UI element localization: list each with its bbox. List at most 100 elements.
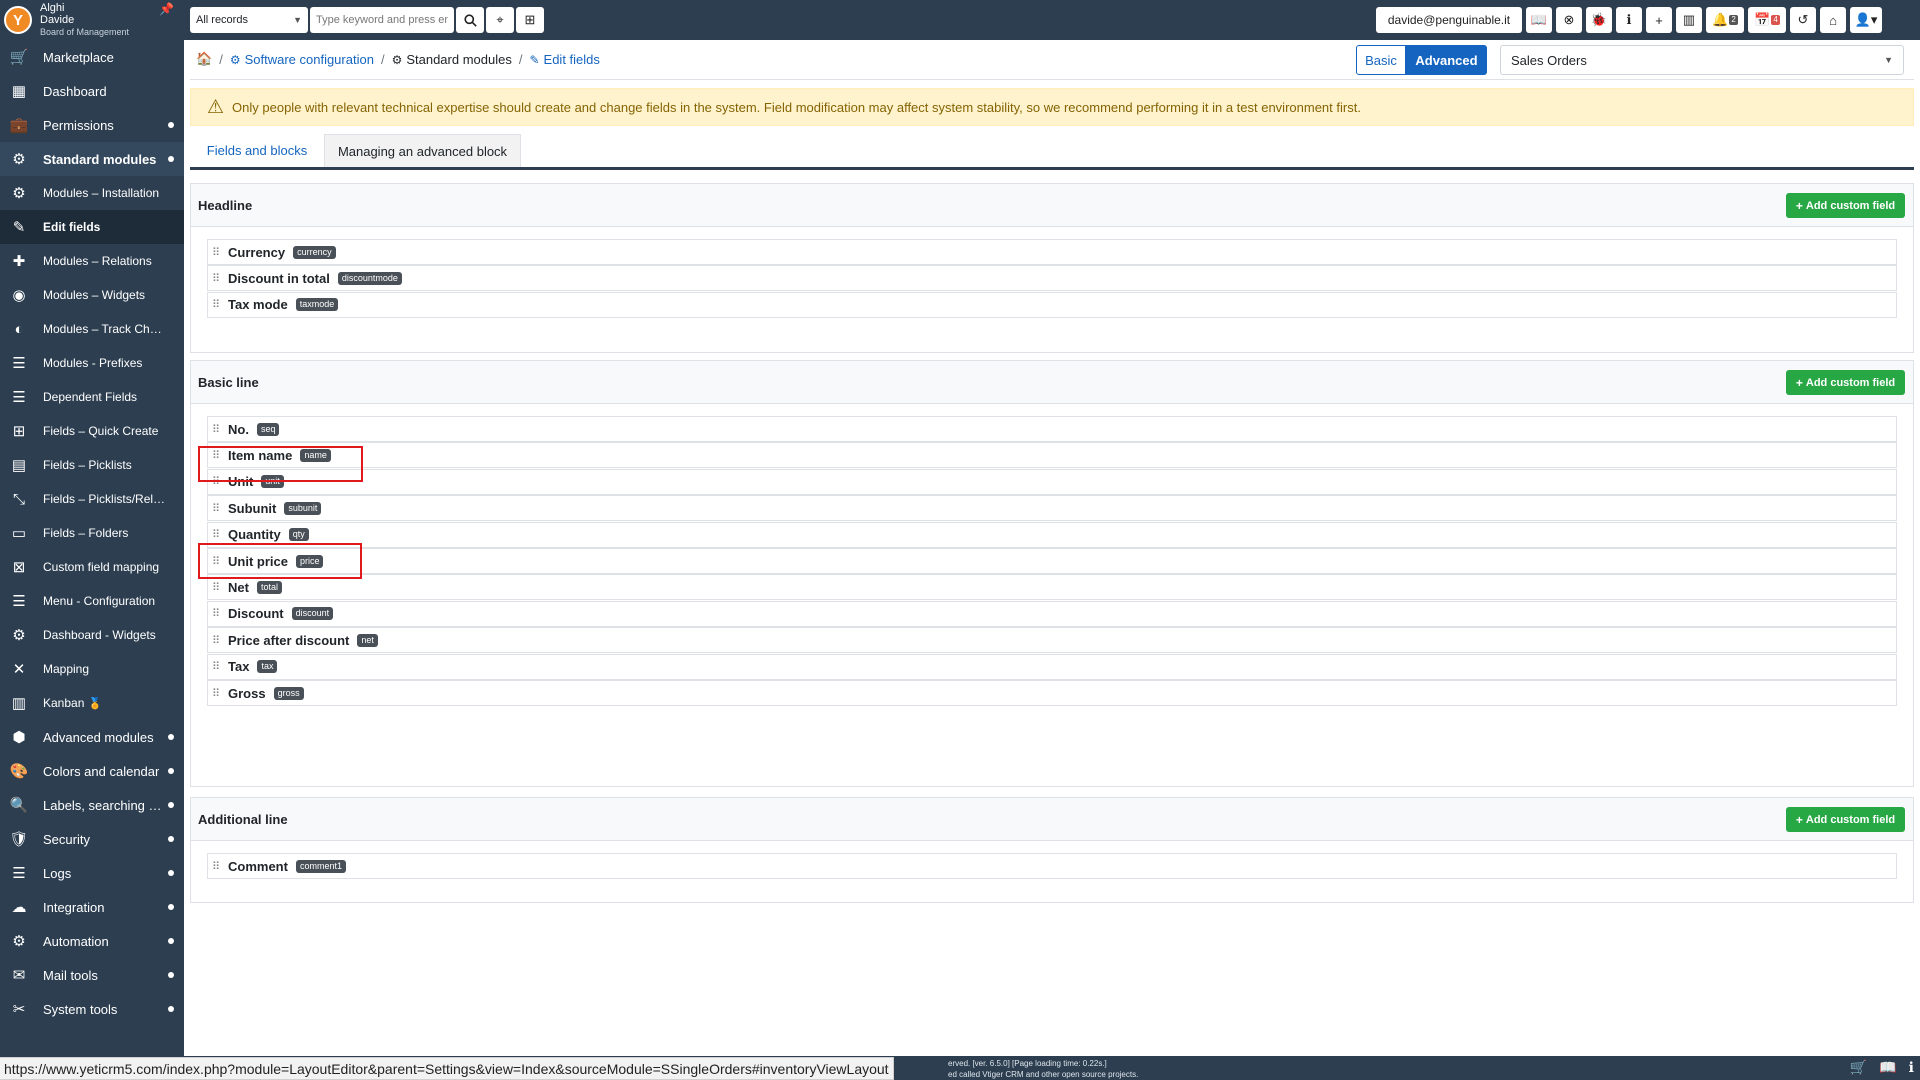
sidebar-item-label: Security [43, 831, 90, 847]
sidebar-item-dashboard[interactable]: ▦ Dashboard [0, 74, 184, 108]
sidebar-item-label: Kanban [43, 696, 85, 710]
drag-handle-icon[interactable]: ⠿ [212, 687, 220, 700]
search-icon[interactable] [456, 7, 484, 33]
home-icon[interactable]: ⌂ [1820, 7, 1846, 33]
sidebar-item-dependent-fields[interactable]: ☰ Dependent Fields [0, 380, 184, 414]
drag-handle-icon[interactable]: ⠿ [212, 502, 220, 515]
expand-dot-icon [168, 870, 174, 876]
add-custom-field-button[interactable]: + Add custom field [1786, 193, 1905, 218]
sidebar-item-standard-modules[interactable]: ⚙ Standard modules [0, 142, 184, 176]
sidebar-item-kanban[interactable]: ▥ Kanban 🏅 [0, 686, 184, 720]
advanced-search-icon[interactable]: ⊞ [516, 7, 544, 33]
drag-handle-icon[interactable]: ⠿ [212, 860, 220, 873]
sidebar-item-logs[interactable]: ☰ Logs [0, 856, 184, 890]
sidebar-item-labels-searching-and[interactable]: 🔍 Labels, searching and... [0, 788, 184, 822]
advanced-mode-button[interactable]: Advanced [1406, 45, 1487, 75]
sidebar-item-label: Labels, searching and... [43, 797, 168, 813]
field-row[interactable]: ⠿ Price after discount net [207, 627, 1897, 654]
drag-handle-icon[interactable]: ⠿ [212, 475, 220, 488]
field-row[interactable]: ⠿ Item name name [207, 442, 1897, 469]
drag-handle-icon[interactable]: ⠿ [212, 528, 220, 541]
global-search-input[interactable] [310, 7, 454, 33]
history-icon[interactable]: ↺ [1790, 7, 1816, 33]
sidebar-item-permissions[interactable]: 💼 Permissions [0, 108, 184, 142]
sidebar-item-security[interactable]: 🛡 Security [0, 822, 184, 856]
field-row[interactable]: ⠿ Gross gross [207, 680, 1897, 706]
notifications-button[interactable]: 🔔 2 [1706, 7, 1744, 33]
field-row[interactable]: ⠿ Discount in total discountmode [207, 265, 1897, 292]
cart-icon[interactable]: 🛒 [1850, 1059, 1867, 1076]
sidebar-item-modules-relations[interactable]: ✚ Modules – Relations [0, 244, 184, 278]
info-icon[interactable]: ℹ [1909, 1059, 1914, 1076]
sidebar-item-custom-field-mapping[interactable]: ⊠ Custom field mapping [0, 550, 184, 584]
sidebar-item-label: Automation [43, 933, 109, 949]
breadcrumb-software-configuration[interactable]: ⚙ Software configuration [230, 52, 374, 67]
records-select[interactable]: All records ▼ [190, 7, 308, 33]
bug-icon[interactable]: 🐞 [1586, 7, 1612, 33]
expand-dot-icon [168, 1006, 174, 1012]
field-row[interactable]: ⠿ Unit price price [207, 548, 1897, 574]
field-row[interactable]: ⠿ Tax tax [207, 653, 1897, 680]
user-email[interactable]: davide@penguinable.it [1376, 7, 1522, 33]
sidebar-item-modules-installation[interactable]: ⚙ Modules – Installation [0, 176, 184, 210]
sidebar-item-menu-configuration[interactable]: ☰ Menu - Configuration [0, 584, 184, 618]
sidebar-item-fields-picklists[interactable]: ▤ Fields – Picklists [0, 448, 184, 482]
drag-handle-icon[interactable]: ⠿ [212, 581, 220, 594]
sidebar-item-colors-and-calendar[interactable]: 🎨 Colors and calendar [0, 754, 184, 788]
drag-handle-icon[interactable]: ⠿ [212, 272, 220, 285]
crosshair-icon[interactable]: ⌖ [486, 7, 514, 33]
drag-handle-icon[interactable]: ⠿ [212, 423, 220, 436]
field-row[interactable]: ⠿ Discount discount [207, 600, 1897, 627]
drag-handle-icon[interactable]: ⠿ [212, 607, 220, 620]
drag-handle-icon[interactable]: ⠿ [212, 298, 220, 311]
user-box[interactable]: Y Alghi Davide Board of Management 📌 [0, 0, 184, 40]
sidebar-item-mail-tools[interactable]: ✉ Mail tools [0, 958, 184, 992]
sidebar-item-advanced-modules[interactable]: ⬢ Advanced modules [0, 720, 184, 754]
field-row[interactable]: ⠿ Currency currency [207, 239, 1897, 265]
field-row[interactable]: ⠿ Tax mode taxmode [207, 291, 1897, 318]
calendar-button[interactable]: 📅 4 [1748, 7, 1786, 33]
basic-mode-button[interactable]: Basic [1356, 45, 1406, 75]
book-icon[interactable]: 📖 [1879, 1059, 1896, 1076]
building-icon[interactable]: ▥ [1676, 7, 1702, 33]
drag-handle-icon[interactable]: ⠿ [212, 634, 220, 647]
drag-handle-icon[interactable]: ⠿ [212, 660, 220, 673]
field-row[interactable]: ⠿ Subunit subunit [207, 495, 1897, 522]
quick-create-icon[interactable]: + [1646, 7, 1672, 33]
breadcrumb-standard-modules[interactable]: ⚙ Standard modules [392, 52, 512, 67]
drag-handle-icon[interactable]: ⠿ [212, 449, 220, 462]
home-icon[interactable]: 🏠 [196, 51, 212, 67]
info-icon[interactable]: ℹ [1616, 7, 1642, 33]
module-select[interactable]: Sales Orders ▼ [1500, 45, 1904, 75]
sidebar-item-mapping[interactable]: ✕ Mapping [0, 652, 184, 686]
sidebar-item-modules-widgets[interactable]: ◉ Modules – Widgets [0, 278, 184, 312]
user-menu-icon[interactable]: 👤▾ [1850, 7, 1882, 33]
sidebar-item-modules-track-changes[interactable]: ◐ Modules – Track Changes [0, 312, 184, 346]
sidebar-item-fields-folders[interactable]: ▭ Fields – Folders [0, 516, 184, 550]
sidebar-item-system-tools[interactable]: ✂ System tools [0, 992, 184, 1026]
add-custom-field-button[interactable]: + Add custom field [1786, 807, 1905, 832]
help-icon[interactable]: ⊗ [1556, 7, 1582, 33]
field-row[interactable]: ⠿ Quantity qty [207, 521, 1897, 548]
sidebar-item-dashboard-widgets[interactable]: ⚙ Dashboard - Widgets [0, 618, 184, 652]
field-row[interactable]: ⠿ Unit unit [207, 468, 1897, 495]
sidebar-item-fields-quick-create[interactable]: ⊞ Fields – Quick Create [0, 414, 184, 448]
sidebar-item-modules-prefixes[interactable]: ☰ Modules - Prefixes [0, 346, 184, 380]
field-row[interactable]: ⠿ Net total [207, 574, 1897, 601]
drag-handle-icon[interactable]: ⠿ [212, 555, 220, 568]
expand-dot-icon [168, 972, 174, 978]
pin-icon[interactable]: 📌 [159, 2, 174, 16]
sidebar-item-integration[interactable]: ☁ Integration [0, 890, 184, 924]
sidebar-item-fields-picklists-relations[interactable]: ⤡ Fields – Picklists/Relations [0, 482, 184, 516]
tab-managing-advanced-block[interactable]: Managing an advanced block [324, 134, 521, 167]
field-row[interactable]: ⠿ Comment comment1 [207, 853, 1897, 879]
sidebar-item-automation[interactable]: ⚙ Automation [0, 924, 184, 958]
sidebar-item-edit-fields[interactable]: ✎ Edit fields [0, 210, 184, 244]
tab-fields-and-blocks[interactable]: Fields and blocks [190, 134, 324, 167]
breadcrumb-edit-fields[interactable]: ✎ Edit fields [529, 52, 599, 67]
knowledge-base-icon[interactable]: 📖 [1526, 7, 1552, 33]
drag-handle-icon[interactable]: ⠿ [212, 246, 220, 259]
add-custom-field-button[interactable]: + Add custom field [1786, 370, 1905, 395]
field-row[interactable]: ⠿ No. seq [207, 416, 1897, 442]
sidebar-item-marketplace[interactable]: 🛒 Marketplace [0, 40, 184, 74]
